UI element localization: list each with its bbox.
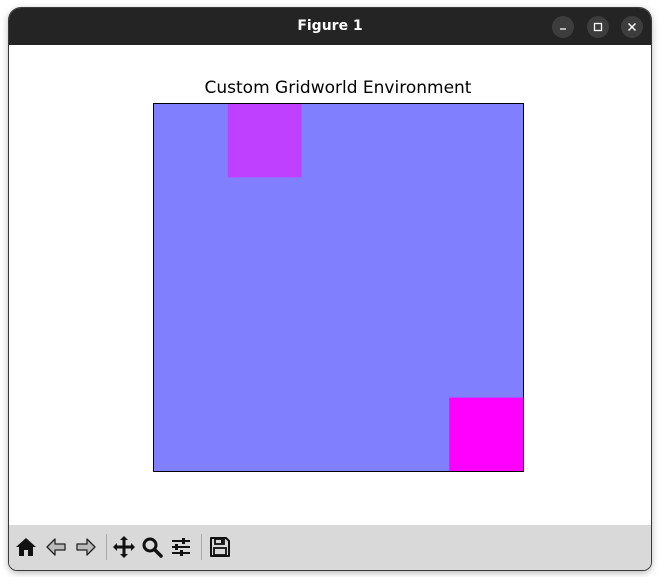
save-floppy-icon [208, 535, 232, 559]
save-button[interactable] [207, 534, 233, 560]
toolbar-separator [201, 534, 202, 560]
title-bar[interactable]: Figure 1 [9, 8, 651, 45]
pan-button[interactable] [111, 534, 137, 560]
forward-arrow-icon [74, 535, 98, 559]
close-button[interactable] [621, 16, 643, 38]
agent-cell [227, 104, 302, 178]
plot-title: Custom Gridworld Environment [204, 78, 472, 98]
home-button[interactable] [13, 534, 39, 560]
back-arrow-icon [44, 535, 68, 559]
minimize-icon [558, 22, 568, 32]
goal-cell [449, 397, 523, 471]
figure-canvas[interactable]: Custom Gridworld Environment [9, 45, 651, 525]
home-icon [14, 535, 38, 559]
toolbar-separator [106, 534, 107, 560]
zoom-magnifier-icon [140, 535, 164, 559]
zoom-button[interactable] [139, 534, 165, 560]
minimize-button[interactable] [552, 16, 574, 38]
maximize-button[interactable] [587, 16, 609, 38]
navigation-toolbar [9, 525, 651, 570]
back-button[interactable] [43, 534, 69, 560]
configure-subplots-button[interactable] [168, 534, 194, 560]
close-icon [627, 22, 637, 32]
figure-window: Figure 1 Custom Gridworld Environment [9, 8, 651, 570]
configure-subplots-icon [169, 535, 193, 559]
gridworld-plot[interactable] [153, 103, 524, 472]
maximize-icon [593, 22, 603, 32]
forward-button[interactable] [73, 534, 99, 560]
pan-move-icon [112, 535, 136, 559]
